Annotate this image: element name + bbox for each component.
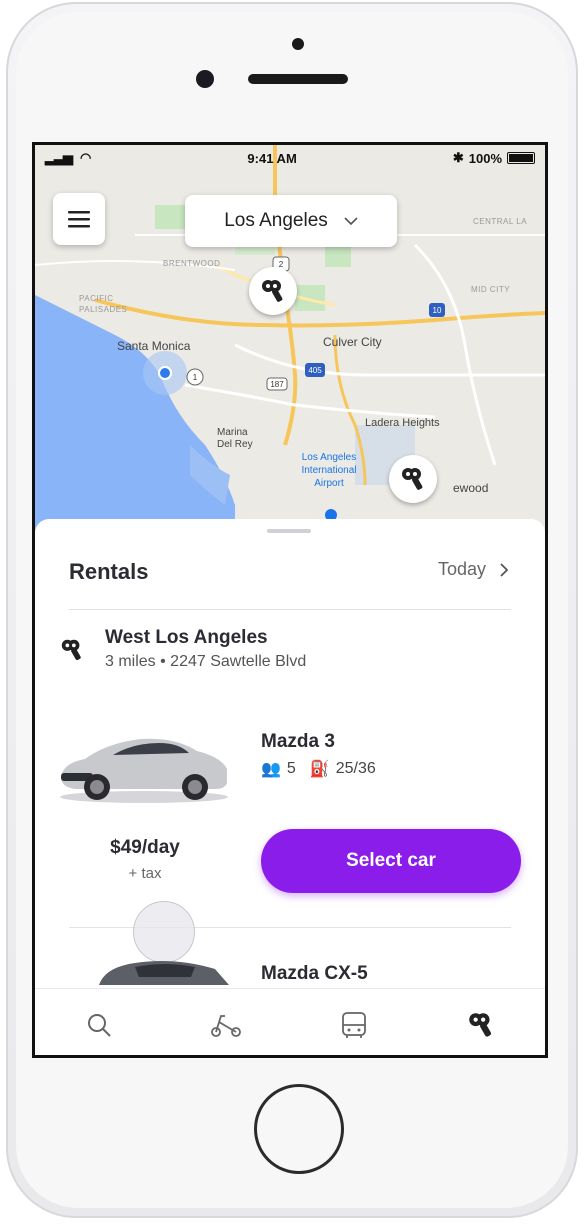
map-label-lax: Los Angeles International Airport (301, 452, 357, 489)
map-label-santa-monica: Santa Monica (117, 339, 191, 353)
tab-bike[interactable] (196, 1000, 256, 1050)
car-key-icon (402, 468, 423, 490)
fuel-icon: ⛽ (309, 761, 330, 778)
sheet-title: Rentals (69, 559, 149, 584)
chevron-right-icon (500, 562, 509, 577)
map-label-mid-city: MID CITY (471, 285, 511, 294)
car-name: Mazda CX-5 (261, 963, 368, 984)
earpiece-speaker (248, 74, 348, 84)
car-seats: 5 (286, 760, 296, 777)
map-pin-rental[interactable] (249, 267, 297, 315)
rentals-sheet[interactable]: Rentals Today West Los Angeles 3 miles •… (35, 519, 545, 1055)
tab-rentals[interactable] (451, 1000, 511, 1050)
proximity-sensor (292, 38, 304, 50)
search-icon (87, 1014, 111, 1037)
seats-icon: 👥 (261, 761, 281, 778)
select-car-button[interactable]: Select car (261, 829, 521, 893)
home-button[interactable] (254, 1084, 344, 1174)
tab-transit[interactable] (324, 1000, 384, 1050)
car-name: Mazda 3 (261, 731, 335, 752)
bus-icon (341, 1012, 366, 1038)
status-time: 9:41 AM (247, 150, 297, 166)
car-key-icon (262, 280, 283, 302)
touch-indicator (133, 901, 195, 963)
city-selector[interactable]: Los Angeles (185, 195, 397, 247)
car-specs: 👥 5 ⛽ 25/36 (261, 759, 376, 779)
battery-percent: 100% (468, 150, 502, 166)
chevron-down-icon (344, 217, 358, 225)
location-name: West Los Angeles (105, 627, 268, 648)
car-price: $49/day + tax (95, 837, 195, 882)
road-shield-187: 187 (270, 380, 284, 389)
sheet-drag-handle[interactable] (267, 529, 311, 533)
map-label-ladera-heights: Ladera Heights (365, 417, 440, 429)
price-per-day: $49/day (110, 837, 180, 858)
price-note: + tax (128, 865, 162, 882)
map-label-culver-city: Culver City (323, 335, 382, 349)
hamburger-icon (68, 211, 90, 228)
car-image-mazda-cx-5 (99, 961, 229, 985)
front-camera (196, 70, 214, 88)
screen: 2 1 187 405 10 BRENTWOOD PACIFIC PALISAD… (32, 142, 548, 1058)
car-image-mazda-3 (60, 738, 228, 803)
tab-bar (35, 988, 545, 1055)
car-mpg: 25/36 (335, 760, 376, 777)
map-pin-rental[interactable] (389, 455, 437, 503)
road-shield-1: 1 (193, 373, 198, 382)
rental-location[interactable]: West Los Angeles 3 miles • 2247 Sawtelle… (59, 627, 306, 671)
road-shield-405: 405 (308, 366, 322, 375)
map-label-pacific-palisades: PACIFIC PALISADES (79, 294, 128, 314)
car-key-icon (61, 639, 81, 661)
divider (69, 609, 511, 610)
wifi-icon: ◠ (80, 150, 92, 165)
map-label-brentwood: BRENTWOOD (163, 259, 221, 268)
map-label-inglewood: ewood (453, 481, 489, 495)
scooter-icon (211, 1015, 242, 1037)
map-label-marina-del-rey: Marina Del Rey (217, 427, 253, 450)
battery-icon (507, 152, 535, 164)
date-filter[interactable]: Today (438, 559, 509, 580)
city-label: Los Angeles (224, 210, 328, 231)
menu-button[interactable] (53, 193, 105, 245)
map-label-central-la: CENTRAL LA (473, 217, 528, 226)
bluetooth-icon: ✱ (452, 150, 464, 165)
car-key-icon (469, 1013, 492, 1037)
road-shield-10: 10 (433, 306, 442, 315)
status-bar: ▂▃▅ ◠ 9:41 AM ✱ 100% (35, 145, 545, 171)
location-detail: 3 miles • 2247 Sawtelle Blvd (105, 653, 307, 670)
signal-icon: ▂▃▅ (45, 150, 73, 165)
tab-search[interactable] (69, 1000, 129, 1050)
date-filter-label: Today (437, 559, 486, 579)
